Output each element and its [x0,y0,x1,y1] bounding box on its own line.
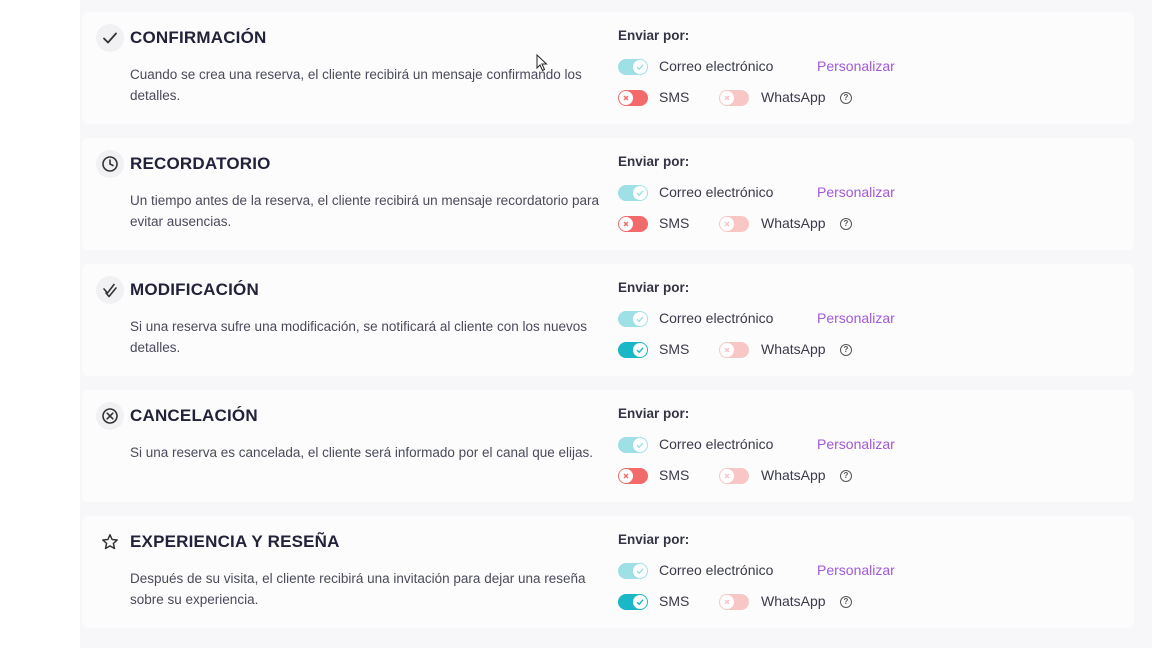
email-label: Correo electrónico [659,184,774,200]
help-icon[interactable]: ? [840,596,852,608]
help-icon[interactable]: ? [840,344,852,356]
email-label: Correo electrónico [659,562,774,578]
help-icon[interactable]: ? [840,218,852,230]
x-icon [720,343,734,357]
send-by-label: Enviar por: [618,154,690,169]
mouse-pointer-icon [536,54,548,72]
whatsapp-label: WhatsApp [761,593,826,609]
sms-toggle[interactable] [618,468,648,484]
double-check-icon [96,276,124,304]
whatsapp-toggle[interactable] [719,216,749,232]
x-icon [720,469,734,483]
email-toggle[interactable] [618,59,648,75]
card-description: Si una reserva sufre una modificación, s… [130,319,587,355]
x-icon [720,217,734,231]
sms-label: SMS [659,89,690,105]
card-description: Un tiempo antes de la reserva, el client… [130,193,599,229]
customize-link[interactable]: Personalizar [817,58,895,74]
card-description: Cuando se crea una reserva, el cliente r… [130,67,582,103]
sms-toggle[interactable] [618,342,648,358]
x-icon [619,217,633,231]
sms-toggle[interactable] [618,216,648,232]
whatsapp-toggle[interactable] [719,468,749,484]
check-icon [633,438,647,452]
sms-toggle[interactable] [618,594,648,610]
email-label: Correo electrónico [659,436,774,452]
whatsapp-toggle[interactable] [719,594,749,610]
x-icon [720,595,734,609]
check-icon [633,343,647,357]
help-icon[interactable]: ? [840,470,852,482]
card-description: Después de su visita, el cliente recibir… [130,571,586,607]
notification-card-modification: MODIFICACIÓN Si una reserva sufre una mo… [82,264,1134,376]
email-toggle[interactable] [618,563,648,579]
email-label: Correo electrónico [659,310,774,326]
check-icon [633,186,647,200]
send-by-label: Enviar por: [618,532,690,547]
check-icon [96,24,124,52]
notification-card-confirmation: CONFIRMACIÓN Cuando se crea una reserva,… [82,12,1134,124]
x-icon [720,91,734,105]
email-toggle[interactable] [618,185,648,201]
sms-label: SMS [659,215,690,231]
customize-link[interactable]: Personalizar [817,436,895,452]
customize-link[interactable]: Personalizar [817,184,895,200]
whatsapp-label: WhatsApp [761,215,826,231]
check-icon [633,312,647,326]
notification-card-cancellation: CANCELACIÓN Si una reserva es cancelada,… [82,390,1134,502]
x-icon [619,469,633,483]
check-icon [633,595,647,609]
customize-link[interactable]: Personalizar [817,310,895,326]
send-by-label: Enviar por: [618,28,690,43]
whatsapp-toggle[interactable] [719,342,749,358]
whatsapp-label: WhatsApp [761,89,826,105]
clock-icon [96,150,124,178]
help-icon[interactable]: ? [840,92,852,104]
card-title: CONFIRMACIÓN [130,28,267,47]
card-description: Si una reserva es cancelada, el cliente … [130,445,594,460]
card-title: MODIFICACIÓN [130,280,259,299]
sms-label: SMS [659,467,690,483]
sms-label: SMS [659,593,690,609]
notification-card-reminder: RECORDATORIO Un tiempo antes de la reser… [82,138,1134,250]
card-title: RECORDATORIO [130,154,271,173]
email-toggle[interactable] [618,311,648,327]
card-title: EXPERIENCIA Y RESEÑA [130,532,340,551]
whatsapp-toggle[interactable] [719,90,749,106]
check-icon [633,60,647,74]
sms-toggle[interactable] [618,90,648,106]
send-by-label: Enviar por: [618,406,690,421]
card-title: CANCELACIÓN [130,406,258,425]
customize-link[interactable]: Personalizar [817,562,895,578]
whatsapp-label: WhatsApp [761,341,826,357]
whatsapp-label: WhatsApp [761,467,826,483]
notification-card-review: EXPERIENCIA Y RESEÑA Después de su visit… [82,516,1134,628]
check-icon [633,564,647,578]
send-by-label: Enviar por: [618,280,690,295]
email-toggle[interactable] [618,437,648,453]
x-circle-icon [96,402,124,430]
star-icon [96,528,124,556]
email-label: Correo electrónico [659,58,774,74]
x-icon [619,91,633,105]
sms-label: SMS [659,341,690,357]
